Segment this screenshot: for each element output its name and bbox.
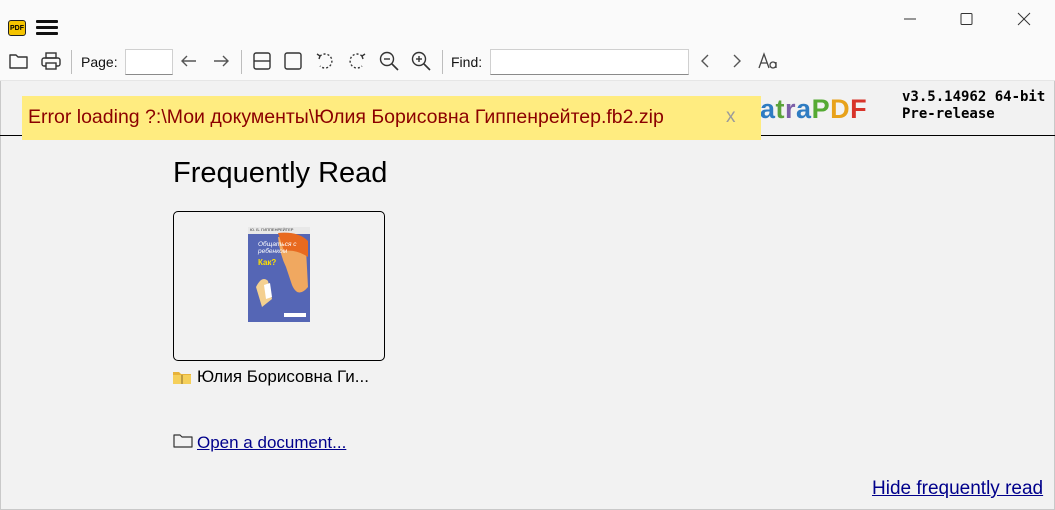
- cover-title: Общаться с ребенком: [258, 241, 297, 255]
- logo-letter: P: [811, 94, 831, 124]
- error-message: Error loading ?:\Мои документы\Юлия Бори…: [28, 106, 664, 128]
- logo-letter: F: [850, 94, 868, 124]
- title-bar: PDF: [0, 0, 1055, 40]
- document-thumbnail[interactable]: Ю. Б. ГИППЕНРЕЙТЕР Общаться с ребенком К…: [173, 211, 385, 361]
- maximize-icon: [960, 13, 973, 25]
- open-folder-icon[interactable]: [8, 50, 32, 74]
- folder-icon: [173, 434, 193, 448]
- zoom-in-icon[interactable]: [410, 50, 434, 74]
- release-channel: Pre-release: [902, 106, 995, 122]
- version-number: v3.5.14962 64-bit: [902, 89, 1046, 105]
- forward-arrow-icon[interactable]: [210, 50, 234, 74]
- close-window-button[interactable]: [1002, 4, 1046, 32]
- find-prev-icon[interactable]: [694, 50, 718, 74]
- single-page-icon[interactable]: [251, 50, 275, 74]
- minimize-icon: [904, 18, 916, 20]
- rotate-right-icon[interactable]: [346, 50, 370, 74]
- open-document-text[interactable]: Open a document...: [197, 433, 346, 452]
- toolbar-separator: [71, 50, 72, 74]
- print-icon[interactable]: [40, 50, 64, 74]
- hamburger-menu-icon[interactable]: [36, 20, 58, 36]
- logo-letter: a: [796, 94, 812, 124]
- document-title: Юлия Борисовна Ги...: [197, 367, 369, 386]
- document-title-link[interactable]: Юлия Борисовна Ги...: [173, 367, 369, 389]
- maximize-button[interactable]: [944, 4, 988, 32]
- logo-letter: t: [775, 94, 786, 124]
- zip-folder-icon: [173, 369, 191, 389]
- hide-frequently-read-link[interactable]: Hide frequently read: [872, 478, 1043, 500]
- fit-page-icon[interactable]: [282, 50, 306, 74]
- book-cover-image: Ю. Б. ГИППЕНРЕЙТЕР Общаться с ребенком К…: [248, 227, 310, 322]
- page-input[interactable]: [125, 49, 173, 75]
- dismiss-error-button[interactable]: x: [726, 106, 736, 128]
- cover-author: Ю. Б. ГИППЕНРЕЙТЕР: [250, 227, 294, 232]
- logo-letter: D: [830, 94, 851, 124]
- zoom-out-icon[interactable]: [378, 50, 402, 74]
- frequently-read-heading: Frequently Read: [173, 157, 388, 189]
- logo-letter: a: [760, 94, 776, 124]
- toolbar-separator: [442, 50, 443, 74]
- toolbar-separator: [241, 50, 242, 74]
- cover-subtitle: Как?: [258, 258, 277, 267]
- find-next-icon[interactable]: [726, 50, 750, 74]
- error-notification: Error loading ?:\Мои документы\Юлия Бори…: [22, 96, 761, 140]
- logo-letter: r: [785, 94, 797, 124]
- match-case-icon[interactable]: [757, 50, 781, 74]
- find-input[interactable]: [490, 49, 689, 75]
- minimize-button[interactable]: [888, 4, 932, 32]
- app-logo-icon: PDF: [8, 20, 26, 36]
- back-arrow-icon[interactable]: [178, 50, 202, 74]
- version-info: v3.5.14962 64-bit Pre-release: [902, 89, 1045, 123]
- toolbar: Page: Find:: [0, 40, 1055, 81]
- sumatrapdf-logo: atraPDF: [760, 94, 867, 125]
- page-label: Page:: [81, 54, 118, 70]
- close-icon: [1017, 12, 1031, 26]
- rotate-left-icon[interactable]: [314, 50, 338, 74]
- open-document-link[interactable]: Open a document...: [173, 433, 346, 453]
- find-label: Find:: [451, 54, 483, 70]
